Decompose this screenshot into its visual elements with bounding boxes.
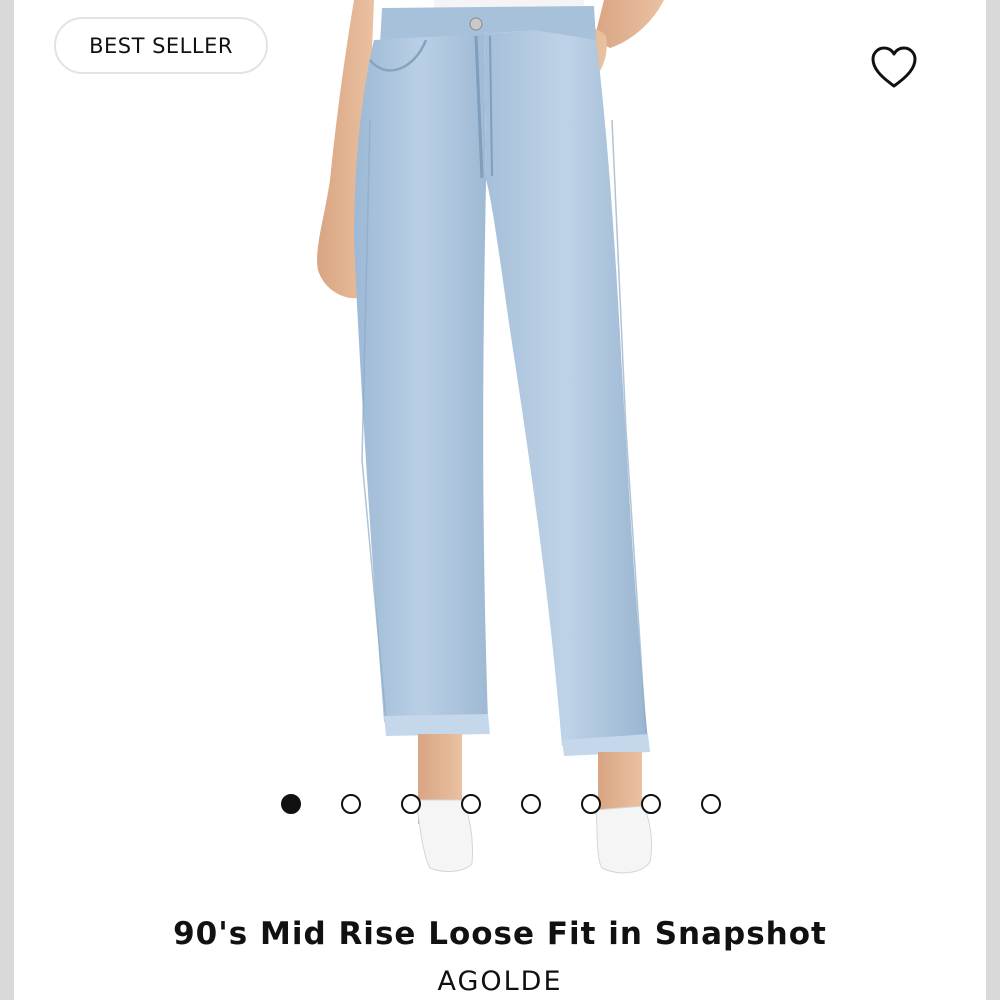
product-image[interactable] — [14, 0, 986, 900]
product-card: BEST SELLER 90's Mid Rise Loose Fit in S… — [14, 0, 986, 1000]
product-title[interactable]: 90's Mid Rise Loose Fit in Snapshot — [14, 916, 986, 952]
pagination-dot-7[interactable] — [641, 794, 661, 814]
product-brand[interactable]: AGOLDE — [14, 966, 986, 997]
pagination-dot-3[interactable] — [401, 794, 421, 814]
best-seller-badge: BEST SELLER — [54, 17, 268, 74]
right-shoe — [595, 805, 653, 874]
gallery-pagination — [14, 792, 986, 816]
pagination-dot-6[interactable] — [581, 794, 601, 814]
pagination-dot-8[interactable] — [701, 794, 721, 814]
pagination-dot-2[interactable] — [341, 794, 361, 814]
pagination-dot-5[interactable] — [521, 794, 541, 814]
jeans-left-leg — [354, 34, 488, 722]
pagination-dot-1[interactable] — [281, 794, 301, 814]
heart-outline-icon[interactable] — [870, 46, 918, 90]
pagination-dot-4[interactable] — [461, 794, 481, 814]
